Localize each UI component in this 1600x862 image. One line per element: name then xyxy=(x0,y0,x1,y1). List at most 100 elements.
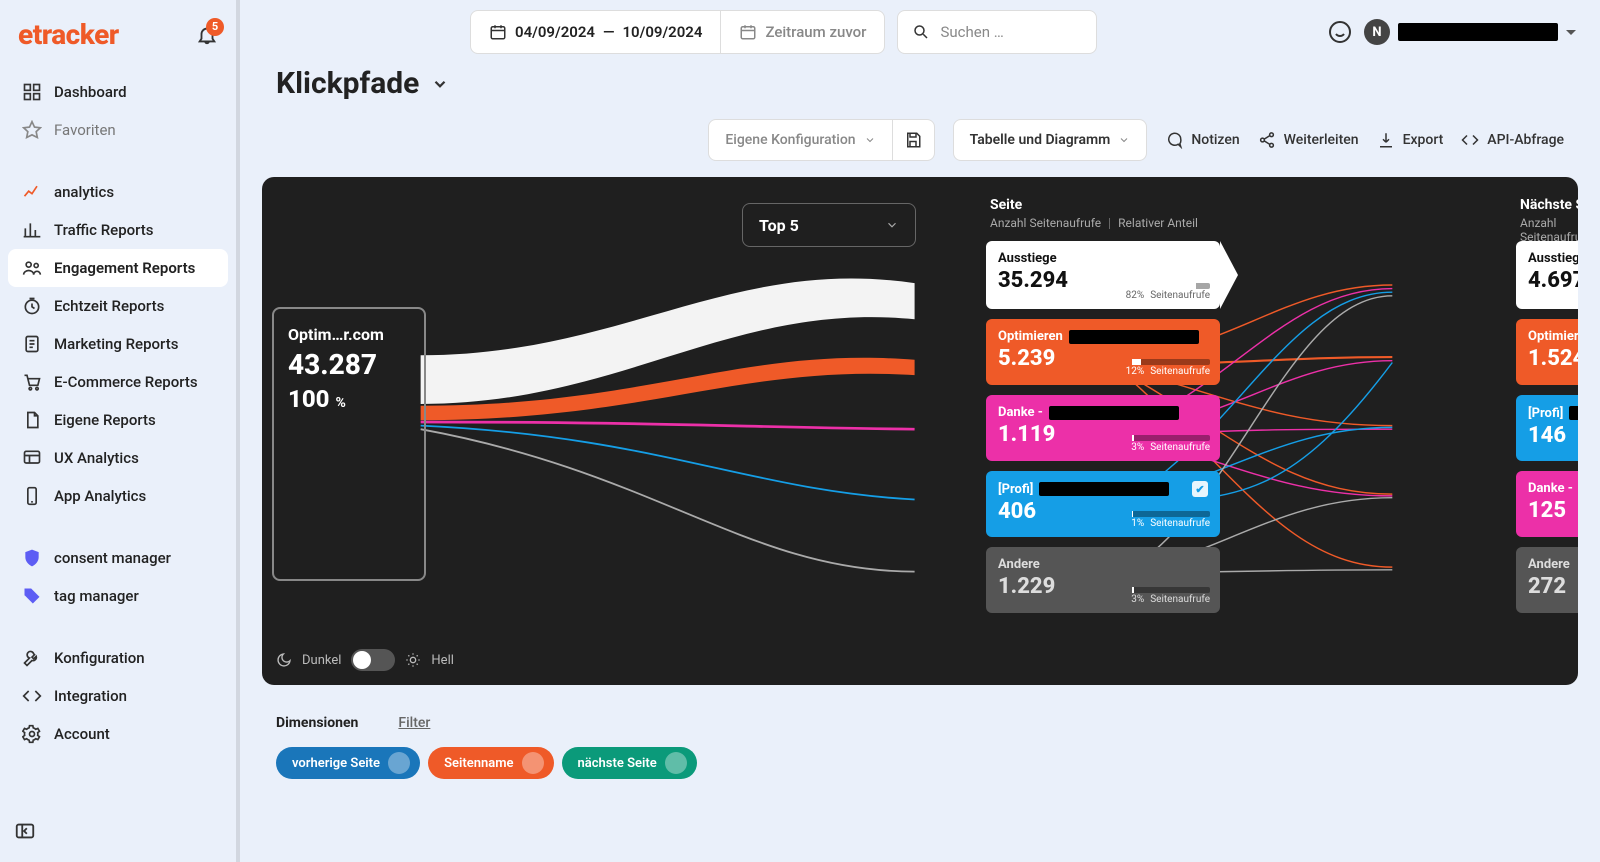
nav-configuration[interactable]: Konfiguration xyxy=(8,639,228,677)
cart-icon xyxy=(22,372,42,392)
chevron-down-icon xyxy=(885,218,899,232)
chevron-down-icon[interactable] xyxy=(431,75,449,93)
notes-button[interactable]: Notizen xyxy=(1165,131,1239,149)
download-icon xyxy=(1377,131,1395,149)
avatar: N xyxy=(1364,19,1390,45)
nav-realtime-reports[interactable]: Echtzeit Reports xyxy=(8,287,228,325)
notifications-button[interactable]: 5 xyxy=(196,24,218,46)
nav-dashboard[interactable]: Dashboard xyxy=(8,73,228,111)
collapse-icon xyxy=(14,820,36,842)
calendar-icon xyxy=(489,23,507,41)
sankey-chart-panel: Top 5 Seite Anzahl SeitenaufrufeRelative… xyxy=(262,177,1578,685)
date-range-group: 04/09/2024 — 10/09/2024 Zeitraum zuvor xyxy=(470,10,885,54)
nav-marketing-reports[interactable]: Marketing Reports xyxy=(8,325,228,363)
tag-icon xyxy=(22,586,42,606)
pill-close-icon[interactable] xyxy=(665,752,687,774)
sidebar: etracker 5 Dashboard Favoriten analytics xyxy=(0,0,240,862)
chevron-down-icon xyxy=(1118,134,1130,146)
dimension-pill[interactable]: nächste Seite xyxy=(562,747,697,779)
main: Klickpfade Eigene Konfiguration Tabelle … xyxy=(240,0,1600,862)
flow-node[interactable]: Andere2721%Seitenaufrufe xyxy=(1516,547,1578,613)
theme-switch[interactable] xyxy=(351,649,395,671)
date-range-button[interactable]: 04/09/2024 — 10/09/2024 xyxy=(471,11,720,53)
column-header-page: Seite Anzahl SeitenaufrufeRelativer Ante… xyxy=(990,197,1198,230)
report-controls: Eigene Konfiguration Tabelle und Diagram… xyxy=(258,105,1582,177)
nav-consent-manager[interactable]: consent manager xyxy=(8,539,228,577)
chevron-down-icon xyxy=(864,134,876,146)
dimension-pill[interactable]: Seitenname xyxy=(428,747,553,779)
sankey-flows xyxy=(262,177,1578,685)
code-icon xyxy=(22,686,42,706)
export-button[interactable]: Export xyxy=(1377,131,1444,149)
users-icon xyxy=(22,258,42,278)
tab-dimensions[interactable]: Dimensionen xyxy=(276,715,358,731)
bottom-section: Dimensionen Filter vorherige SeiteSeiten… xyxy=(258,685,1582,779)
pill-close-icon[interactable] xyxy=(522,752,544,774)
top-n-select[interactable]: Top 5 xyxy=(742,203,916,247)
flow-node[interactable]: Optimieren5.23912%Seitenaufrufe xyxy=(986,319,1220,385)
column-header-next-page: Nächste Seite Anzahl SeitenaufrufeRelati… xyxy=(1520,197,1578,244)
flow-node[interactable]: Ausstiege35.29482%Seitenaufrufe xyxy=(986,241,1220,309)
view-mode-select[interactable]: Tabelle und Diagramm xyxy=(953,119,1148,161)
nav-integration[interactable]: Integration xyxy=(8,677,228,715)
save-icon xyxy=(904,131,922,149)
calendar-icon xyxy=(739,23,757,41)
nav-favorites[interactable]: Favoriten xyxy=(8,111,228,149)
nav-engagement-reports[interactable]: Engagement Reports xyxy=(8,249,228,287)
sun-icon xyxy=(405,652,421,668)
clock-icon xyxy=(22,296,42,316)
compare-range-button[interactable]: Zeitraum zuvor xyxy=(720,11,884,53)
own-config-select[interactable]: Eigene Konfiguration xyxy=(708,119,892,161)
bar-chart-icon xyxy=(22,220,42,240)
grid-icon xyxy=(22,82,42,102)
flow-node[interactable]: Andere1.2293%Seitenaufrufe xyxy=(986,547,1220,613)
shield-icon xyxy=(22,548,42,568)
flow-node[interactable]: Ausstiege4.69711%Seitenaufrufe xyxy=(1516,241,1578,309)
dimension-pills: vorherige SeiteSeitenname nächste Seite xyxy=(276,747,1564,779)
flow-node[interactable]: [Profi]✔1460%Seitenaufrufe xyxy=(1516,395,1578,461)
nav-account[interactable]: Account xyxy=(8,715,228,753)
document-icon xyxy=(22,334,42,354)
username-redacted xyxy=(1398,23,1558,41)
wrench-icon xyxy=(22,648,42,668)
nav-ecommerce-reports[interactable]: E-Commerce Reports xyxy=(8,363,228,401)
gear-icon xyxy=(22,724,42,744)
sidebar-collapse[interactable] xyxy=(14,820,36,846)
flow-node[interactable]: Danke -1.1193%Seitenaufrufe xyxy=(986,395,1220,461)
save-config-button[interactable] xyxy=(893,119,935,161)
feedback-icon[interactable] xyxy=(1328,20,1352,44)
chevron-down-icon xyxy=(1566,30,1576,40)
user-menu[interactable]: N xyxy=(1364,19,1576,45)
flow-node[interactable]: [Profi]✔4061%Seitenaufrufe xyxy=(986,471,1220,537)
source-node[interactable]: Optim…r.com 43.287 100 % xyxy=(272,307,426,581)
nav-own-reports[interactable]: Eigene Reports xyxy=(8,401,228,439)
right-nodes: Ausstiege4.69711%Seitenaufrufe Optimieren… xyxy=(1516,241,1578,623)
trend-icon xyxy=(22,182,42,202)
page-title: Klickpfade xyxy=(276,66,419,101)
nav-app-analytics[interactable]: App Analytics xyxy=(8,477,228,515)
nav-traffic-reports[interactable]: Traffic Reports xyxy=(8,211,228,249)
moon-icon xyxy=(276,652,292,668)
search-icon xyxy=(912,23,930,41)
share-button[interactable]: Weiterleiten xyxy=(1258,131,1359,149)
mid-nodes: Ausstiege35.29482%Seitenaufrufe Optimiere… xyxy=(986,241,1220,623)
nav-tag-manager[interactable]: tag manager xyxy=(8,577,228,615)
note-icon xyxy=(1165,131,1183,149)
pill-close-icon[interactable] xyxy=(388,752,410,774)
code-icon xyxy=(1461,131,1479,149)
topbar: 04/09/2024 — 10/09/2024 Zeitraum zuvor S… xyxy=(470,10,1576,54)
api-button[interactable]: API-Abfrage xyxy=(1461,131,1564,149)
star-icon xyxy=(22,120,42,140)
nav-ux-analytics[interactable]: UX Analytics xyxy=(8,439,228,477)
brand-logo: etracker xyxy=(18,18,119,51)
search-input[interactable]: Suchen … xyxy=(897,10,1097,54)
share-icon xyxy=(1258,131,1276,149)
tab-filter[interactable]: Filter xyxy=(398,715,430,731)
dimension-pill[interactable]: vorherige Seite xyxy=(276,747,420,779)
mobile-icon xyxy=(22,486,42,506)
layout-icon xyxy=(22,448,42,468)
flow-node[interactable]: Danke -1250%Seitenaufrufe xyxy=(1516,471,1578,537)
flow-node[interactable]: Optimieren1.5244%Seitenaufrufe xyxy=(1516,319,1578,385)
nav-analytics[interactable]: analytics xyxy=(8,173,228,211)
file-icon xyxy=(22,410,42,430)
